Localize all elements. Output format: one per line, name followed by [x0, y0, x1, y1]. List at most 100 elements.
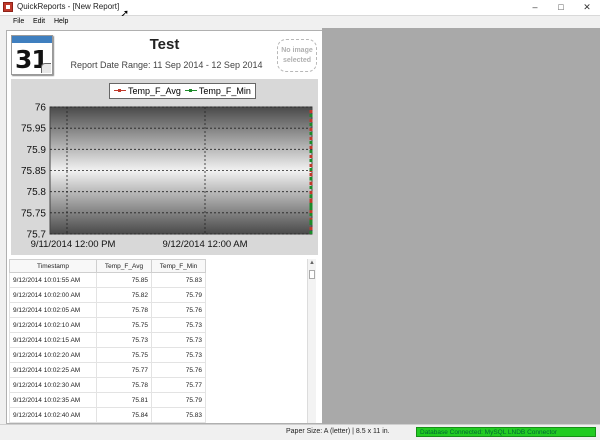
cell-temp-min: 75.77: [151, 377, 206, 393]
point-temp-min: [309, 114, 313, 117]
cell-temp-avg: 75.82: [96, 287, 152, 303]
cell-timestamp: 9/12/2014 10:02:25 AM: [9, 362, 97, 378]
column-header-temp-avg[interactable]: Temp_F_Avg: [96, 259, 152, 273]
report-title: Test: [149, 36, 180, 53]
point-temp-min: [309, 231, 313, 234]
point-temp-min: [309, 195, 313, 198]
point-temp-min: [309, 204, 313, 207]
y-tick-label: 76: [35, 103, 47, 114]
report-page: 31 Test Report Date Range: 11 Sep 2014 -…: [6, 30, 323, 424]
cell-temp-avg: 75.75: [96, 347, 152, 363]
table-row[interactable]: 9/12/2014 10:02:05 AM 75.78 75.76: [9, 302, 206, 318]
column-header-temp-min[interactable]: Temp_F_Min: [151, 259, 206, 273]
point-temp-avg: [309, 173, 313, 176]
point-temp-avg: [309, 146, 313, 149]
y-tick-label: 75.9: [27, 145, 47, 156]
cell-timestamp: 9/12/2014 10:02:45 AM: [9, 422, 97, 423]
point-temp-min: [309, 159, 313, 162]
minimize-button[interactable]: –: [526, 1, 544, 13]
y-axis: 7675.9575.975.8575.875.7575.7: [21, 103, 46, 241]
point-temp-avg: [309, 182, 313, 185]
cell-temp-min: 75.73: [151, 347, 206, 363]
point-temp-min: [309, 186, 313, 189]
maximize-button[interactable]: □: [552, 1, 570, 13]
point-temp-avg: [309, 128, 313, 131]
cell-temp-min: 75.83: [151, 272, 206, 288]
table-row[interactable]: 9/12/2014 10:02:25 AM 75.77 75.76: [9, 362, 206, 378]
point-temp-min: [309, 222, 313, 225]
y-tick-label: 75.8: [27, 187, 47, 198]
menu-file[interactable]: File: [13, 16, 24, 27]
table-row[interactable]: 9/12/2014 10:02:30 AM 75.78 75.77: [9, 377, 206, 393]
cell-timestamp: 9/12/2014 10:02:20 AM: [9, 347, 97, 363]
window-title: QuickReports - [New Report]: [17, 2, 120, 11]
cell-timestamp: 9/12/2014 10:02:05 AM: [9, 302, 97, 318]
cell-temp-min: 75.76: [151, 302, 206, 318]
cell-timestamp: 9/12/2014 10:02:30 AM: [9, 377, 97, 393]
cell-temp-min: 75.79: [151, 287, 206, 303]
status-bar: Paper Size: A (letter) | 8.5 x 11 in. Da…: [0, 424, 600, 440]
cell-timestamp: 9/12/2014 10:02:40 AM: [9, 407, 97, 423]
cell-temp-avg: 75.81: [96, 392, 152, 408]
point-temp-avg: [309, 191, 313, 194]
y-tick-label: 75.75: [21, 208, 46, 219]
point-temp-min: [309, 150, 313, 153]
point-temp-avg: [309, 119, 313, 122]
point-temp-avg: [309, 155, 313, 158]
cell-temp-avg: 75.85: [96, 272, 152, 288]
paper-size-status: Paper Size: A (letter) | 8.5 x 11 in.: [286, 428, 390, 435]
calendar-icon: 31: [11, 35, 53, 75]
point-temp-min: [309, 168, 313, 171]
menu-help[interactable]: Help: [54, 16, 68, 27]
table-scrollbar[interactable]: ▲: [307, 259, 316, 423]
cell-temp-min: 75.76: [151, 362, 206, 378]
table-row[interactable]: 9/12/2014 10:01:55 AM 75.85 75.83: [9, 272, 206, 288]
database-status: Database Connected: MySQL LNDB Connector: [416, 427, 596, 437]
chart-panel: Temp_F_Avg Temp_F_Min 76 75.95 75.9 75.85 75…: [11, 79, 318, 255]
cell-timestamp: 9/12/2014 10:01:55 AM: [9, 272, 97, 288]
point-temp-avg: [309, 110, 313, 113]
point-temp-min: [309, 207, 313, 211]
cell-temp-min: 75.83: [151, 422, 206, 423]
workspace-panel: [322, 28, 600, 424]
point-temp-min: [309, 132, 313, 135]
scroll-up-icon[interactable]: ▲: [308, 259, 316, 268]
menu-edit[interactable]: Edit: [33, 16, 45, 27]
close-button[interactable]: ✕: [578, 1, 596, 13]
table-row[interactable]: 9/12/2014 10:02:35 AM 75.81 75.79: [9, 392, 206, 408]
title-bar: QuickReports - [New Report] – □ ✕: [0, 0, 600, 16]
cell-temp-min: 75.83: [151, 407, 206, 423]
app-icon: [3, 2, 13, 12]
table-row[interactable]: 9/12/2014 10:02:10 AM 75.75 75.73: [9, 317, 206, 333]
cell-temp-min: 75.79: [151, 392, 206, 408]
report-date-range: Report Date Range: 11 Sep 2014 - 12 Sep …: [70, 60, 263, 70]
point-temp-avg: [309, 227, 313, 230]
y-tick-label: 75.95: [21, 124, 46, 135]
x-axis: 9/12/2014 12:00 AM 9/11/2014 12:00 PM: [31, 239, 248, 250]
point-temp-min: [309, 123, 313, 126]
point-temp-min: [309, 213, 313, 216]
image-placeholder[interactable]: No image selected: [277, 39, 317, 72]
table-row[interactable]: 9/12/2014 10:02:40 AM 75.84 75.83: [9, 407, 206, 423]
column-header-timestamp[interactable]: Timestamp: [9, 259, 97, 273]
cell-timestamp: 9/12/2014 10:02:10 AM: [9, 317, 97, 333]
data-table: Timestamp Temp_F_Avg Temp_F_Min 9/12/201…: [9, 259, 206, 423]
cell-temp-avg: 75.75: [96, 317, 152, 333]
table-row[interactable]: 9/12/2014 10:02:20 AM 75.75 75.73: [9, 347, 206, 363]
table-row[interactable]: 9/12/2014 10:02:15 AM 75.73 75.73: [9, 332, 206, 348]
cell-timestamp: 9/12/2014 10:02:15 AM: [9, 332, 97, 348]
cell-temp-avg: 75.85: [96, 422, 152, 423]
plot-area: [49, 106, 313, 235]
cell-temp-avg: 75.78: [96, 377, 152, 393]
line-chart: 7675.9575.975.8575.875.7575.7 9/12/2014 …: [21, 103, 313, 250]
table-row[interactable]: 9/12/2014 10:02:45 AM75.8575.83: [9, 422, 206, 423]
x-tick-label: 9/12/2014 12:00 AM: [162, 239, 247, 250]
cell-temp-avg: 75.78: [96, 302, 152, 318]
point-temp-min: [309, 177, 313, 180]
point-temp-avg: [309, 200, 313, 203]
menu-bar: File Edit Help: [0, 16, 600, 27]
cell-temp-avg: 75.73: [96, 332, 152, 348]
cell-timestamp: 9/12/2014 10:02:35 AM: [9, 392, 97, 408]
table-row[interactable]: 9/12/2014 10:02:00 AM 75.82 75.79: [9, 287, 206, 303]
scroll-thumb[interactable]: [309, 270, 315, 279]
